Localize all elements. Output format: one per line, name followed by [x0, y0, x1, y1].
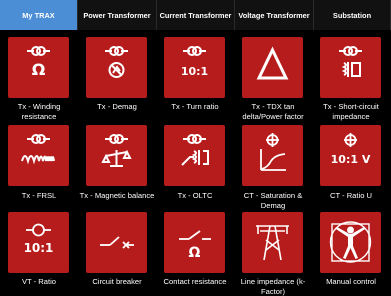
tab-power-transformer[interactable]: Power Transformer: [78, 0, 157, 30]
tile-manual-control[interactable]: [320, 212, 381, 273]
svg-text:Ω: Ω: [189, 245, 201, 261]
tab-substation[interactable]: Substation: [314, 0, 391, 30]
ct-saturation-curve-icon: [260, 133, 286, 171]
tile-frsl[interactable]: [8, 125, 69, 186]
ct-ratio-voltage-icon: 10:1 V: [331, 133, 371, 166]
transformer-coil-icon: [339, 46, 362, 77]
tile-label: Tx - Turn ratio: [171, 102, 219, 111]
tab-my-trax[interactable]: My TRAX: [0, 0, 78, 30]
tile-demag[interactable]: [86, 37, 147, 98]
transformer-tap-changer-icon: [181, 134, 209, 166]
tile-label: Contact resistance: [163, 277, 227, 286]
tile-label: Tx - Demag: [97, 102, 137, 111]
circuit-breaker-icon: [100, 236, 134, 249]
vt-ratio-icon: 10:1: [24, 223, 54, 255]
tile-label: Tx - Winding resistance: [17, 102, 61, 121]
tile-winding-resistance[interactable]: Ω: [8, 37, 69, 98]
tile-label: CT - Saturation & Demag: [243, 191, 303, 210]
tile-label: Tx - FRSL: [21, 191, 57, 200]
transformer-ohm-icon: Ω: [27, 46, 50, 79]
svg-text:10:1 V: 10:1 V: [331, 153, 371, 166]
power-line-tower-icon: [256, 225, 289, 261]
transformer-ratio-icon: 10:1: [181, 46, 208, 78]
svg-text:10:1: 10:1: [181, 65, 208, 78]
tile-magnetic-balance[interactable]: [86, 125, 147, 186]
tile-label: VT - Ratio: [21, 277, 57, 286]
tile-ct-saturation[interactable]: [242, 125, 303, 186]
transformer-balance-icon: [101, 134, 132, 167]
svg-text:10:1: 10:1: [24, 241, 54, 255]
tile-turn-ratio[interactable]: 10:1: [164, 37, 225, 98]
transformer-frequency-icon: [21, 134, 55, 165]
tile-short-circuit-impedance[interactable]: [320, 37, 381, 98]
tile-label: Circuit breaker: [92, 277, 142, 286]
tile-label: Manual control: [326, 277, 376, 286]
tile-oltc[interactable]: [164, 125, 225, 186]
tile-label: Tx - Short-circuit impedance: [323, 102, 379, 121]
tile-label: Tx - OLTC: [177, 191, 213, 200]
tile-label: Tx - Magnetic balance: [79, 191, 155, 200]
tile-line-impedance[interactable]: [242, 212, 303, 273]
tile-ct-ratio-u[interactable]: 10:1 V: [320, 125, 381, 186]
tile-label: CT - Ratio U: [329, 191, 373, 200]
svg-text:Ω: Ω: [32, 60, 46, 79]
tile-circuit-breaker[interactable]: [86, 212, 147, 273]
contact-resistance-icon: Ω: [179, 230, 211, 261]
tile-label: Tx - TDX tan delta/Power factor: [242, 102, 304, 121]
tile-contact-resistance[interactable]: Ω: [164, 212, 225, 273]
manual-control-icon: [329, 221, 372, 263]
tab-voltage-transformer[interactable]: Voltage Transformer: [235, 0, 314, 30]
warning-triangle-icon: [256, 46, 289, 80]
tab-current-transformer[interactable]: Current Transformer: [157, 0, 235, 30]
tile-label: Line impedance (k-Factor): [240, 277, 306, 296]
tab-bar: My TRAX Power Transformer Current Transf…: [0, 0, 391, 30]
transformer-demag-icon: [105, 46, 128, 78]
tile-vt-ratio[interactable]: 10:1: [8, 212, 69, 273]
tile-tdx-tan-delta[interactable]: [242, 37, 303, 98]
